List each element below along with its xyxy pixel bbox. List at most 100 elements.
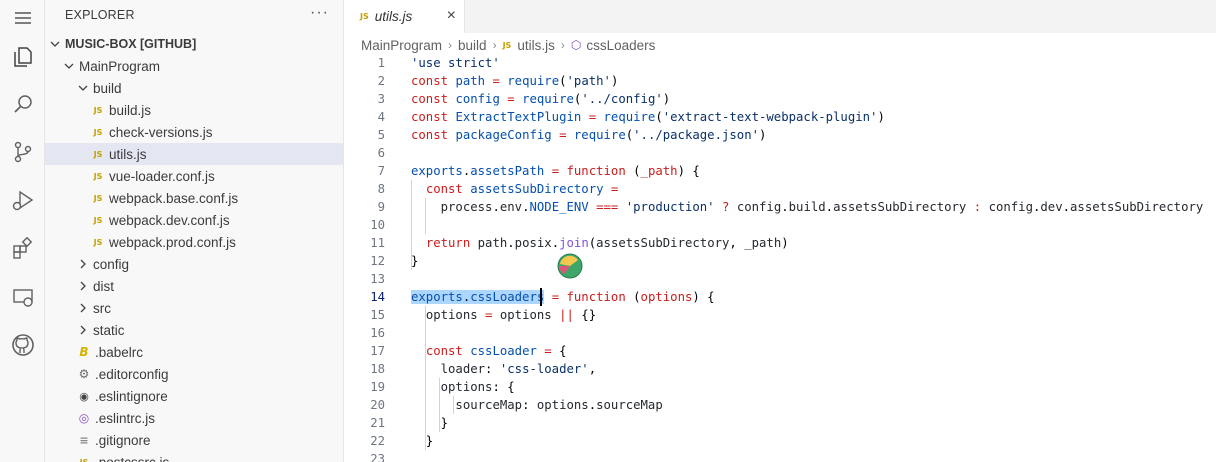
text-file-icon: ≡ bbox=[79, 433, 89, 447]
breadcrumb-item-build[interactable]: build bbox=[458, 38, 487, 53]
js-file-icon: JS bbox=[93, 193, 103, 203]
code-line: 22 } bbox=[345, 432, 1216, 450]
tree-item-label: .babelrc bbox=[95, 344, 144, 360]
line-text: options: { bbox=[440, 380, 515, 394]
tree-item-dist[interactable]: dist bbox=[45, 275, 343, 297]
tree-item-eslintignore[interactable]: ◉ .eslintignore bbox=[45, 385, 343, 407]
run-debug-icon[interactable] bbox=[0, 180, 45, 220]
line-number: 13 bbox=[370, 272, 385, 286]
indent-guide bbox=[439, 378, 440, 432]
tree-item-utils-js[interactable]: JS utils.js bbox=[45, 143, 343, 165]
chevron-right-icon bbox=[77, 324, 89, 336]
chevron-right-icon: › bbox=[492, 38, 497, 52]
code-line: 5 const packageConfig = require('../packa… bbox=[345, 126, 1216, 144]
tree-item-editorconfig[interactable]: ⚙ .editorconfig bbox=[45, 363, 343, 385]
code-line: 18 loader: 'css-loader', bbox=[345, 360, 1216, 378]
tree-item-build[interactable]: build bbox=[45, 77, 343, 99]
floating-assistant-icon[interactable] bbox=[556, 252, 584, 280]
tree-item-src[interactable]: src bbox=[45, 297, 343, 319]
line-number: 14 bbox=[370, 290, 385, 304]
code-line: 9 process.env.NODE_ENV === 'production' … bbox=[345, 198, 1216, 216]
tree-item-label: build.js bbox=[109, 102, 152, 118]
tree-item-label: .gitignore bbox=[95, 432, 151, 448]
line-number: 15 bbox=[370, 308, 385, 322]
tree-item-webpack-prod-conf-js[interactable]: JS webpack.prod.conf.js bbox=[45, 231, 343, 253]
chevron-right-icon: › bbox=[448, 38, 453, 52]
tree-item-label: MainProgram bbox=[79, 58, 161, 74]
tree-item-label: webpack.base.conf.js bbox=[109, 190, 239, 206]
tree-item-build-js[interactable]: JS build.js bbox=[45, 99, 343, 121]
line-number: 1 bbox=[377, 56, 385, 70]
js-file-icon: JS bbox=[93, 171, 103, 181]
indent-guide bbox=[411, 180, 412, 270]
tree-item-mainprogram[interactable]: MainProgram bbox=[45, 55, 343, 77]
tree-item-eslintrc-js[interactable]: ◎ .eslintrc.js bbox=[45, 407, 343, 429]
line-number: 19 bbox=[370, 380, 385, 394]
tree-item-static[interactable]: static bbox=[45, 319, 343, 341]
source-control-icon[interactable] bbox=[0, 132, 45, 172]
gear-icon: ⚙ bbox=[78, 367, 90, 381]
tab-utils-js[interactable]: JS utils.js × bbox=[345, 0, 465, 33]
menu-icon[interactable] bbox=[0, 0, 45, 38]
remote-explorer-icon[interactable] bbox=[0, 277, 45, 317]
close-icon[interactable]: × bbox=[447, 7, 456, 25]
eslintignore-file-icon: ◉ bbox=[79, 389, 89, 403]
line-number: 8 bbox=[377, 182, 385, 196]
line-number: 22 bbox=[370, 434, 385, 448]
babel-file-icon: B bbox=[79, 345, 89, 359]
more-actions-icon[interactable]: ··· bbox=[310, 4, 329, 22]
tree-item-config[interactable]: config bbox=[45, 253, 343, 275]
line-text: const ExtractTextPlugin = require('extra… bbox=[411, 110, 885, 124]
tree-item-postcssrc-js[interactable]: JS .postcssrc.js bbox=[45, 451, 343, 462]
line-text: loader: 'css-loader', bbox=[440, 362, 597, 376]
line-text: } bbox=[411, 434, 434, 448]
symbol-method-icon: ⬡ bbox=[570, 38, 582, 52]
line-text: return path.posix.join(assetsSubDirector… bbox=[425, 236, 789, 250]
line-text: const assetsSubDirectory = bbox=[425, 182, 619, 196]
line-number: 23 bbox=[370, 452, 385, 462]
tree-item-webpack-base-conf-js[interactable]: JS webpack.base.conf.js bbox=[45, 187, 343, 209]
tree-item-gitignore[interactable]: ≡ .gitignore bbox=[45, 429, 343, 451]
tree-item-label: vue-loader.conf.js bbox=[109, 168, 215, 184]
github-icon[interactable] bbox=[0, 325, 45, 365]
breadcrumb-item-mainprogram[interactable]: MainProgram bbox=[361, 38, 442, 53]
tree-item-vue-loader-conf-js[interactable]: JS vue-loader.conf.js bbox=[45, 165, 343, 187]
tree-item-label: .editorconfig bbox=[95, 366, 169, 382]
code-line: 14 exports.cssLoaders = function (options… bbox=[345, 288, 1216, 306]
tree-item-label: static bbox=[93, 322, 125, 338]
line-text: } bbox=[411, 416, 449, 430]
editor-area: JS utils.js × MainProgram › build › JS u… bbox=[345, 0, 1216, 462]
workspace-root[interactable]: MUSIC-BOX [GITHUB] bbox=[45, 33, 343, 55]
tree-item-check-versions-js[interactable]: JS check-versions.js bbox=[45, 121, 343, 143]
line-number: 7 bbox=[377, 164, 385, 178]
breadcrumb-item-utils-js[interactable]: utils.js bbox=[517, 38, 555, 53]
indent-guide bbox=[425, 198, 426, 234]
line-number: 10 bbox=[370, 218, 385, 232]
js-file-icon: JS bbox=[93, 237, 103, 247]
breadcrumb-item-cssloaders[interactable]: cssLoaders bbox=[586, 38, 655, 53]
tree-item-babelrc[interactable]: B .babelrc bbox=[45, 341, 343, 363]
chevron-down-icon bbox=[63, 60, 75, 72]
line-number: 20 bbox=[370, 398, 385, 412]
tree-item-label: dist bbox=[93, 278, 115, 294]
line-number: 2 bbox=[377, 74, 385, 88]
code-line: 15 options = options || {} bbox=[345, 306, 1216, 324]
code-line: 7 exports.assetsPath = function (_path) { bbox=[345, 162, 1216, 180]
code-line: 1 'use strict' bbox=[345, 54, 1216, 72]
text-cursor bbox=[540, 288, 542, 306]
tree-item-webpack-dev-conf-js[interactable]: JS webpack.dev.conf.js bbox=[45, 209, 343, 231]
code-line: 2 const path = require('path') bbox=[345, 72, 1216, 90]
chevron-right-icon bbox=[77, 280, 89, 292]
search-icon[interactable] bbox=[0, 84, 45, 124]
explorer-icon[interactable] bbox=[0, 37, 45, 77]
js-file-icon: JS bbox=[360, 12, 369, 21]
chevron-down-icon bbox=[49, 38, 61, 50]
tree-item-label: webpack.dev.conf.js bbox=[109, 212, 230, 228]
code-line: 13 bbox=[345, 270, 1216, 288]
line-number: 17 bbox=[370, 344, 385, 358]
js-file-icon: JS bbox=[79, 457, 89, 462]
tree-item-label: webpack.prod.conf.js bbox=[109, 234, 236, 250]
code-line: 3 const config = require('../config') bbox=[345, 90, 1216, 108]
tree-item-label: src bbox=[93, 300, 111, 316]
extensions-icon[interactable] bbox=[0, 228, 45, 268]
